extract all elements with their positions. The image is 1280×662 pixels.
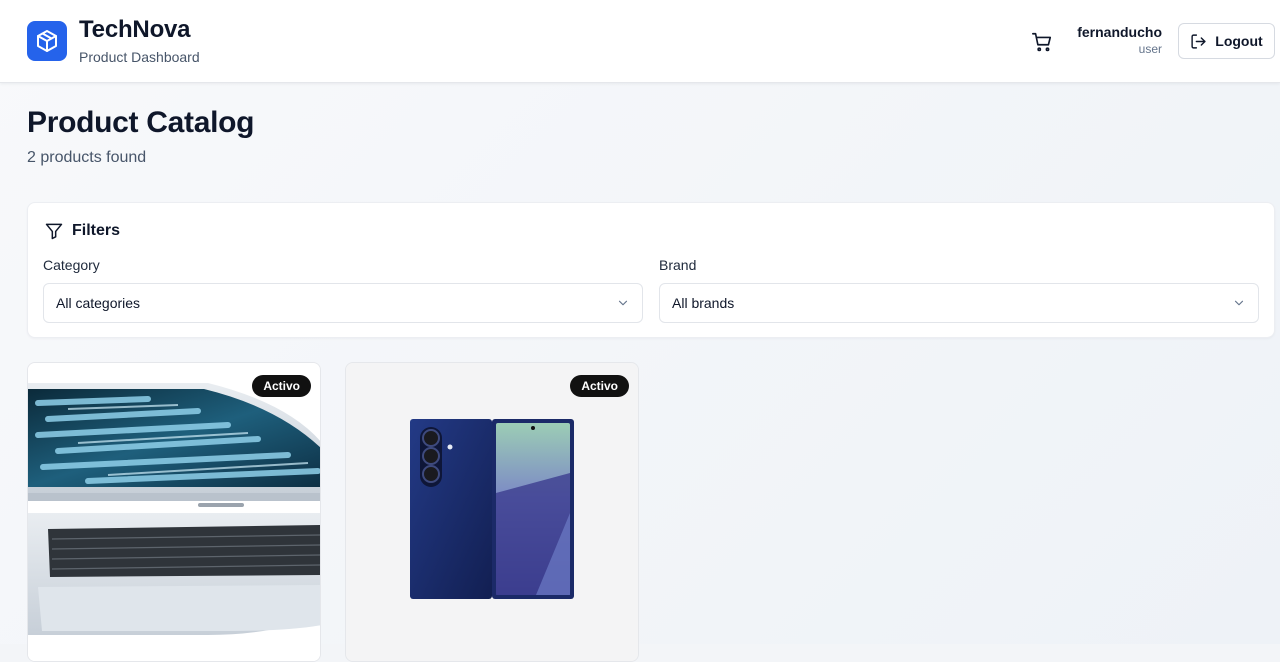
top-header: TechNova Product Dashboard fernanducho u… bbox=[0, 0, 1280, 83]
chevron-down-icon bbox=[1232, 296, 1246, 310]
page-title: Product Catalog bbox=[27, 106, 255, 139]
category-select-value: All categories bbox=[56, 295, 141, 311]
product-card[interactable]: Activo bbox=[345, 362, 639, 662]
user-name: fernanducho bbox=[1077, 24, 1162, 40]
brand-select[interactable]: All brands bbox=[659, 283, 1259, 323]
status-badge: Activo bbox=[252, 375, 311, 397]
brand-label: Brand bbox=[659, 257, 697, 273]
shopping-cart-icon[interactable] bbox=[1028, 28, 1056, 56]
package-box-icon bbox=[27, 21, 67, 61]
logout-button[interactable]: Logout bbox=[1178, 23, 1275, 59]
category-select[interactable]: All categories bbox=[43, 283, 643, 323]
brand-name: TechNova bbox=[79, 16, 191, 43]
status-badge: Activo bbox=[570, 375, 629, 397]
user-role: user bbox=[1138, 42, 1162, 56]
filters-header: Filters bbox=[44, 221, 120, 241]
phone-product-image bbox=[346, 363, 638, 661]
logout-label: Logout bbox=[1215, 33, 1263, 49]
filters-title: Filters bbox=[72, 222, 121, 239]
result-count: 2 products found bbox=[27, 149, 147, 166]
user-info: fernanducho user bbox=[1077, 24, 1162, 56]
laptop-product-image bbox=[28, 363, 320, 661]
filter-funnel-icon bbox=[44, 221, 64, 241]
brand-subtitle: Product Dashboard bbox=[79, 49, 200, 65]
filters-card: Filters Category All categories Brand Al… bbox=[27, 202, 1275, 338]
brand-select-value: All brands bbox=[672, 295, 735, 311]
chevron-down-icon bbox=[616, 296, 630, 310]
product-card[interactable]: Activo bbox=[27, 362, 321, 662]
category-label: Category bbox=[43, 257, 100, 273]
logout-icon bbox=[1190, 33, 1207, 50]
